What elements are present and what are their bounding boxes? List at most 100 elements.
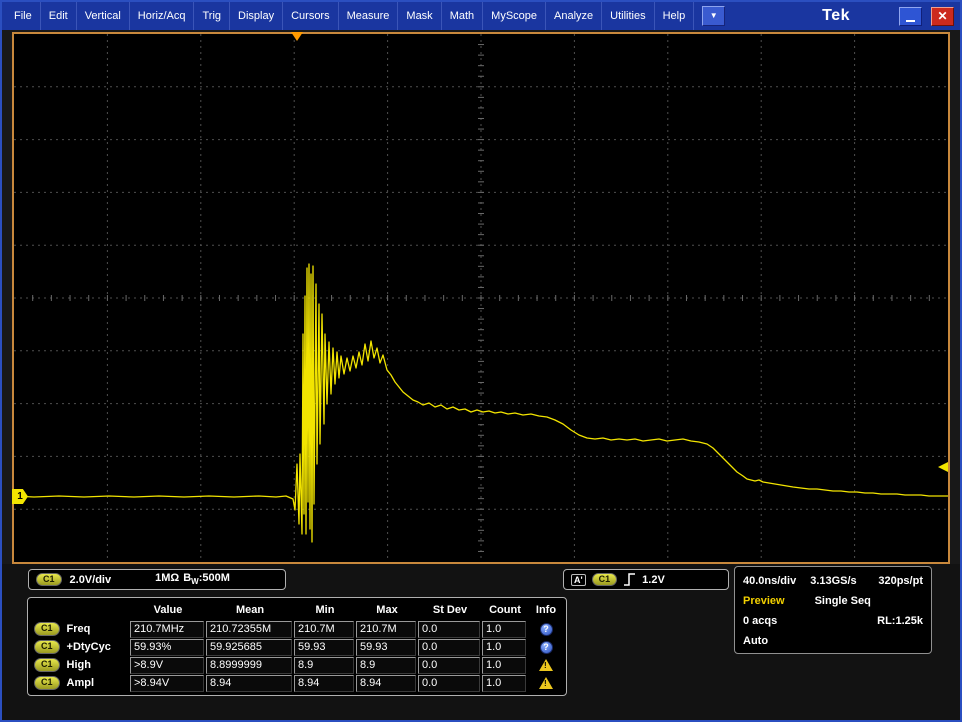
measurement-name: C1 Ampl bbox=[30, 676, 130, 690]
column-header: Value bbox=[130, 604, 206, 616]
sample-rate-value: 3.13GS/s bbox=[810, 575, 856, 587]
measurement-cell: >8.9V bbox=[130, 657, 204, 674]
measurement-cell: >8.94V bbox=[130, 675, 204, 692]
measurement-cell: 59.93 bbox=[356, 639, 416, 656]
measurement-cell: 0.0 bbox=[418, 621, 480, 638]
menu-item-utilities[interactable]: Utilities bbox=[602, 2, 654, 30]
minimize-button[interactable] bbox=[899, 7, 922, 26]
trigger-source-label: A' bbox=[571, 574, 586, 586]
measurement-cell: 0.0 bbox=[418, 657, 480, 674]
measurement-label: Freq bbox=[67, 623, 91, 635]
bandwidth-value: BW:500M bbox=[183, 572, 230, 586]
measurement-cell: 210.72355M bbox=[206, 621, 292, 638]
table-row: C1+DtyCyc59.93%59.92568559.9359.930.01.0… bbox=[30, 638, 564, 656]
measurement-cell: 8.8999999 bbox=[206, 657, 292, 674]
measurement-cell: 0.0 bbox=[418, 639, 480, 656]
table-row: C1Ampl>8.94V8.948.948.940.01.0 bbox=[30, 674, 564, 692]
trigger-position-marker[interactable] bbox=[291, 32, 303, 41]
measurement-name: C1 Freq bbox=[30, 622, 130, 636]
warning-icon[interactable] bbox=[539, 677, 553, 689]
measurement-cell: 8.94 bbox=[206, 675, 292, 692]
measurement-cell: 1.0 bbox=[482, 639, 526, 656]
horizontal-panel: 40.0ns/div 3.13GS/s 320ps/pt Preview Sin… bbox=[734, 566, 932, 654]
input-coupling: 1MΩ BW:500M bbox=[155, 572, 230, 586]
column-header: Count bbox=[482, 604, 528, 616]
channel-badge[interactable]: C1 bbox=[34, 658, 60, 672]
rising-edge-icon bbox=[623, 572, 636, 587]
column-header: Mean bbox=[206, 604, 294, 616]
table-row: C1Freq210.7MHz210.72355M210.7M210.7M0.01… bbox=[30, 620, 564, 638]
menu-item-myscope[interactable]: MyScope bbox=[483, 2, 546, 30]
acquisition-status: Preview bbox=[743, 595, 785, 607]
measurement-label: +DtyCyc bbox=[67, 641, 111, 653]
tekscope-window: FileEditVerticalHoriz/AcqTrigDisplayCurs… bbox=[0, 0, 962, 722]
trigger-channel-badge[interactable]: C1 bbox=[592, 573, 618, 587]
measurement-name: C1 +DtyCyc bbox=[30, 640, 130, 654]
measurement-cell: 210.7MHz bbox=[130, 621, 204, 638]
menu-item-analyze[interactable]: Analyze bbox=[546, 2, 602, 30]
menu-dropdown-button[interactable]: ▼ bbox=[702, 6, 725, 26]
table-row: C1High>8.9V8.89999998.98.90.01.0 bbox=[30, 656, 564, 674]
channel-badge[interactable]: C1 bbox=[36, 573, 62, 587]
menu-item-display[interactable]: Display bbox=[230, 2, 283, 30]
minimize-icon bbox=[906, 20, 915, 22]
column-header: Min bbox=[294, 604, 356, 616]
measurement-cell: 59.93 bbox=[294, 639, 354, 656]
chevron-down-icon: ▼ bbox=[710, 12, 718, 20]
measurement-headers: ValueMeanMinMaxSt DevCountInfo bbox=[30, 600, 564, 620]
close-icon: ✕ bbox=[937, 10, 947, 22]
vertical-scale: 2.0V/div bbox=[70, 574, 112, 586]
help-icon[interactable]: ? bbox=[540, 623, 553, 636]
menu-item-cursors[interactable]: Cursors bbox=[283, 2, 339, 30]
measurement-table: ValueMeanMinMaxSt DevCountInfo C1 Freq 210… bbox=[27, 597, 567, 696]
menu-item-edit[interactable]: Edit bbox=[41, 2, 77, 30]
menu-items: FileEditVerticalHoriz/AcqTrigDisplayCurs… bbox=[6, 2, 694, 30]
close-button[interactable]: ✕ bbox=[931, 7, 954, 26]
channel-badge[interactable]: C1 bbox=[34, 622, 60, 636]
measurement-rows: C1Freq210.7MHz210.72355M210.7M210.7M0.01… bbox=[30, 620, 564, 692]
waveform-svg bbox=[14, 34, 948, 562]
measurement-cell: 1.0 bbox=[482, 657, 526, 674]
trigger-level-marker[interactable] bbox=[938, 462, 948, 472]
resolution-value: 320ps/pt bbox=[878, 575, 923, 587]
menu-item-mask[interactable]: Mask bbox=[398, 2, 441, 30]
menu-item-file[interactable]: File bbox=[6, 2, 41, 30]
menu-item-trig[interactable]: Trig bbox=[194, 2, 230, 30]
measurement-cell: 8.9 bbox=[294, 657, 354, 674]
measurement-name: C1 High bbox=[30, 658, 130, 672]
measurement-cell: 8.94 bbox=[356, 675, 416, 692]
acquisition-mode: Single Seq bbox=[815, 595, 871, 607]
record-length: RL:1.25k bbox=[877, 615, 923, 627]
trigger-readout[interactable]: A' C1 1.2V bbox=[563, 569, 729, 590]
trigger-level-value: 1.2V bbox=[642, 574, 665, 586]
column-header: St Dev bbox=[418, 604, 482, 616]
channel-badge[interactable]: C1 bbox=[34, 640, 60, 654]
menu-item-horiz-acq[interactable]: Horiz/Acq bbox=[130, 2, 195, 30]
menu-item-vertical[interactable]: Vertical bbox=[77, 2, 130, 30]
warning-icon[interactable] bbox=[539, 659, 553, 671]
channel-badge[interactable]: C1 bbox=[34, 676, 60, 690]
menu-item-measure[interactable]: Measure bbox=[339, 2, 399, 30]
graticule: 1 bbox=[12, 32, 950, 564]
menu-item-math[interactable]: Math bbox=[442, 2, 483, 30]
menu-bar: FileEditVerticalHoriz/AcqTrigDisplayCurs… bbox=[2, 2, 960, 30]
column-header: Info bbox=[528, 604, 564, 616]
trigger-mode: Auto bbox=[743, 635, 768, 647]
measurement-label: Ampl bbox=[67, 677, 95, 689]
channel-readout[interactable]: C1 2.0V/div 1MΩ BW:500M bbox=[28, 569, 286, 590]
waveform-trace bbox=[14, 264, 948, 542]
measurement-cell: 59.93% bbox=[130, 639, 204, 656]
measurement-cell: 210.7M bbox=[356, 621, 416, 638]
help-icon[interactable]: ? bbox=[540, 641, 553, 654]
measurement-label: High bbox=[67, 659, 91, 671]
acquisition-count: 0 acqs bbox=[743, 615, 777, 627]
measurement-cell: 8.9 bbox=[356, 657, 416, 674]
measurement-cell: 1.0 bbox=[482, 675, 526, 692]
measurement-cell: 59.925685 bbox=[206, 639, 292, 656]
measurement-cell: 8.94 bbox=[294, 675, 354, 692]
column-header: Max bbox=[356, 604, 418, 616]
tek-logo: Tek bbox=[822, 7, 850, 25]
measurement-cell: 1.0 bbox=[482, 621, 526, 638]
status-area: C1 2.0V/div 1MΩ BW:500M A' C1 1.2V 40.0n… bbox=[2, 564, 960, 720]
menu-item-help[interactable]: Help bbox=[655, 2, 695, 30]
